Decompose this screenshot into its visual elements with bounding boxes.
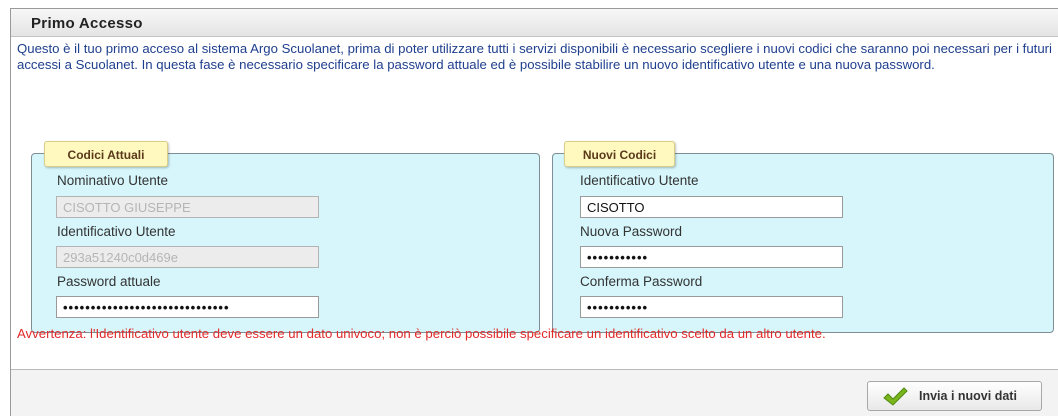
new-password-field[interactable] [580,246,843,268]
confirm-password-label: Conferma Password [580,274,703,289]
new-codes-legend: Nuovi Codici [564,141,675,167]
first-access-window: Primo Accesso Questo è il tuo primo acce… [10,8,1058,416]
current-password-field[interactable] [56,296,319,318]
title-bar: Primo Accesso [11,9,1058,37]
content-area: Questo è il tuo primo acceso al sistema … [11,37,1058,370]
new-password-label: Nuova Password [580,224,683,239]
intro-text: Questo è il tuo primo acceso al sistema … [17,41,1052,72]
user-name-label: Nominativo Utente [57,173,169,188]
current-id-label: Identificativo Utente [57,224,176,239]
window-title: Primo Accesso [31,15,143,32]
current-codes-panel: Codici Attuali Nominativo Utente Identif… [31,141,540,333]
confirm-password-field[interactable] [580,296,843,318]
user-name-field [56,196,319,218]
new-id-field[interactable] [580,196,843,218]
current-id-field [56,246,319,268]
current-codes-legend: Codici Attuali [44,141,168,167]
current-password-label: Password attuale [57,274,161,289]
new-id-label: Identificativo Utente [580,173,699,188]
check-icon [883,387,908,406]
submit-new-data-button[interactable]: Invia i nuovi dati [867,381,1042,411]
warning-text: Avvertenza: l'Identificativo utente deve… [17,326,826,341]
new-codes-panel: Nuovi Codici Identificativo Utente Nuova… [552,141,1054,333]
submit-button-label: Invia i nuovi dati [919,389,1017,403]
